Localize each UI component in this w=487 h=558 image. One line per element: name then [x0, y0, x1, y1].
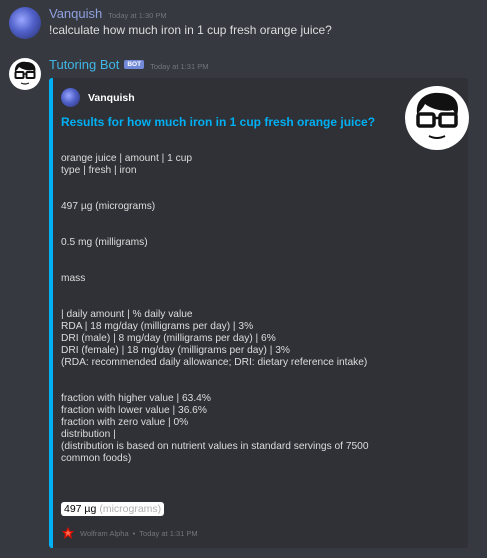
embed-title[interactable]: Results for how much iron in 1 cup fresh… [61, 115, 375, 129]
footer-timestamp: Today at 1:31 PM [139, 528, 198, 538]
wolfram-alpha-icon [61, 526, 75, 540]
description-line: fraction with higher value | 63.4% [61, 393, 211, 404]
description-line [61, 261, 401, 273]
description-line [61, 285, 401, 297]
result-unit: (micrograms) [99, 503, 162, 515]
description-line: orange juice | amount | 1 cup [61, 153, 193, 164]
description-line [61, 213, 401, 225]
description-line: 497 µg (micrograms) [61, 201, 156, 212]
description-line [61, 189, 401, 201]
description-line [61, 225, 401, 237]
result-embed: Vanquish Results for how much iron in 1 … [49, 78, 469, 548]
embed-description: orange juice | amount | 1 cup type | fres… [61, 153, 401, 465]
embed-author-avatar-icon [61, 88, 80, 107]
description-line: mass [61, 273, 86, 284]
message-header: Vanquish Today at 1:30 PM [49, 6, 167, 21]
description-line [61, 381, 401, 393]
bot-avatar-icon[interactable] [9, 58, 41, 90]
description-line: | daily amount | % daily value [61, 309, 193, 320]
description-line: fraction with lower value | 36.6% [61, 405, 207, 416]
description-line: common foods) [61, 453, 132, 464]
description-line: (distribution is based on nutrient value… [61, 441, 369, 452]
description-line: 0.5 mg (milligrams) [61, 237, 148, 248]
description-line: distribution | [61, 429, 116, 440]
description-line: fraction with zero value | 0% [61, 417, 189, 428]
author-name[interactable]: Tutoring Bot [49, 57, 119, 72]
result-value-pill: 497 µg (micrograms) [61, 502, 165, 516]
description-line: DRI (female) | 18 mg/day (milligrams per… [61, 345, 290, 356]
message-header: Tutoring Bot BOT Today at 1:31 PM [49, 57, 208, 72]
description-line: (RDA: recommended daily allowance; DRI: … [61, 357, 368, 368]
embed-footer: Wolfram Alpha • Today at 1:31 PM [61, 526, 198, 540]
description-line [61, 177, 401, 189]
footer-source: Wolfram Alpha [80, 528, 129, 538]
description-line: type | fresh | iron [61, 165, 137, 176]
description-line: RDA | 18 mg/day (milligrams per day) | 3… [61, 321, 254, 332]
embed-thumbnail-icon[interactable] [405, 86, 469, 150]
message-text: !calculate how much iron in 1 cup fresh … [49, 23, 332, 37]
description-line: DRI (male) | 8 mg/day (milligrams per da… [61, 333, 276, 344]
user-avatar-icon[interactable] [9, 7, 41, 39]
result-value: 497 µg [64, 503, 97, 515]
footer-separator: • [132, 528, 136, 538]
bot-badge: BOT [124, 60, 145, 69]
description-line [61, 369, 401, 381]
description-line [61, 297, 401, 309]
embed-author-name: Vanquish [88, 91, 135, 104]
author-name[interactable]: Vanquish [49, 6, 102, 21]
description-line [61, 249, 401, 261]
message-timestamp: Today at 1:31 PM [150, 62, 209, 71]
message-timestamp: Today at 1:30 PM [108, 11, 167, 20]
embed-author: Vanquish [61, 88, 135, 107]
